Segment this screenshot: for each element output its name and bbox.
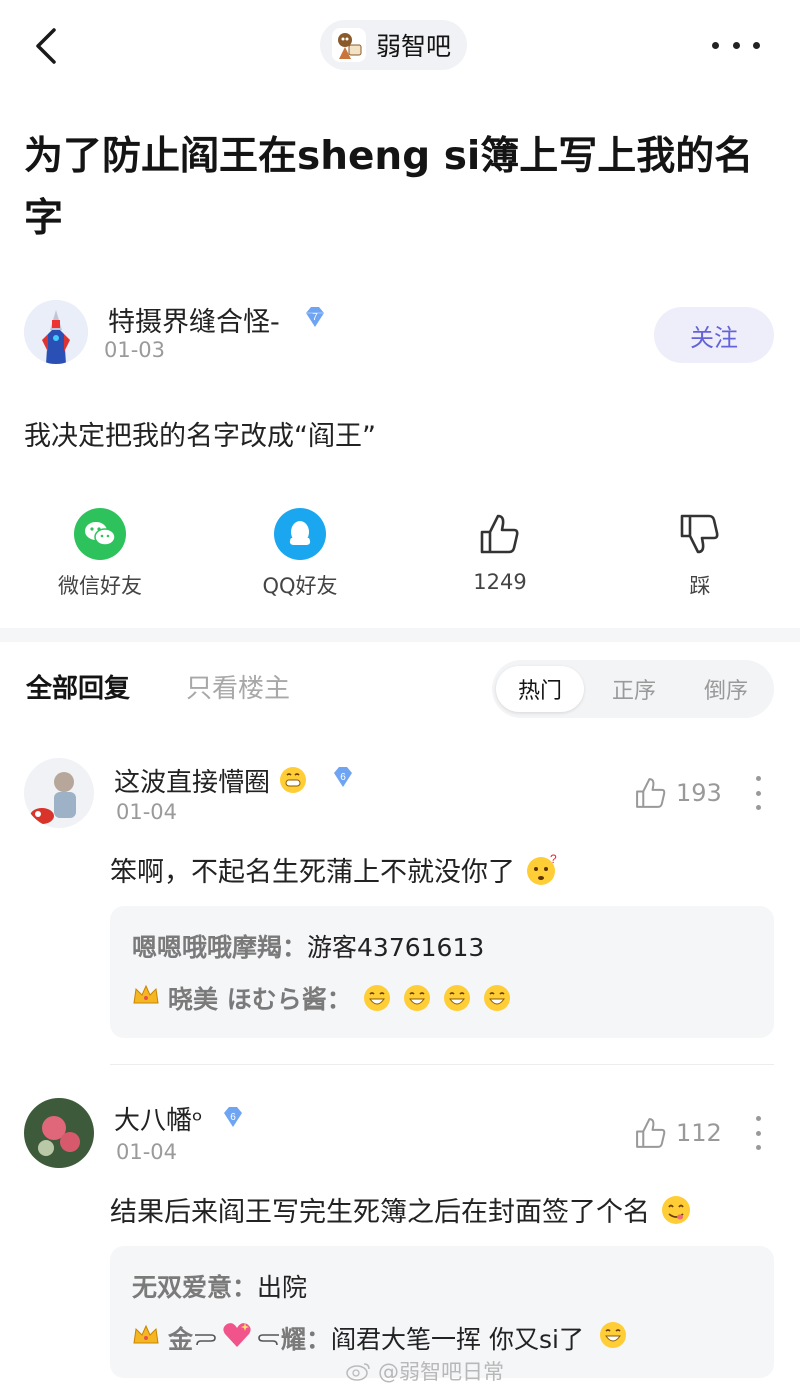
- comment-date: 01-04: [116, 1140, 178, 1164]
- svg-text:7: 7: [312, 312, 318, 323]
- thumbs-down-icon: [674, 508, 726, 560]
- forum-name: 弱智吧: [376, 32, 452, 61]
- dislike-label: 踩: [689, 574, 711, 598]
- comment-text: 笨啊，不起名生死蒲上不就没你了 ?: [110, 850, 558, 894]
- qq-icon: [274, 508, 326, 560]
- level-badge-icon: 6: [330, 764, 356, 790]
- pointing-hand-icon: [253, 1324, 281, 1353]
- tab-all-replies[interactable]: 全部回复: [26, 668, 130, 705]
- sort-desc[interactable]: 倒序: [682, 666, 770, 712]
- sort-asc[interactable]: 正序: [590, 666, 678, 712]
- reply-item: 嗯嗯哦哦摩羯： 游客43761613: [132, 933, 485, 962]
- reply-item: 无双爱意： 出院: [132, 1273, 308, 1302]
- comment-like-button[interactable]: 112: [634, 1116, 722, 1150]
- share-qq-button[interactable]: QQ好友: [230, 508, 370, 600]
- like-count: 1249: [473, 570, 527, 594]
- like-button[interactable]: 1249: [430, 508, 570, 594]
- comment-more-icon[interactable]: [752, 776, 764, 810]
- pointing-hand-icon: [193, 1324, 221, 1353]
- wechat-label: 微信好友: [58, 574, 142, 598]
- reply-item: 金 耀： 阎君大笔一挥 你又si了: [132, 1320, 628, 1356]
- sort-hot[interactable]: 热门: [496, 666, 584, 712]
- comment-more-icon[interactable]: [752, 1116, 764, 1150]
- comment-author-name[interactable]: 这波直接懵圈: [114, 762, 308, 802]
- level-badge-icon: 6: [220, 1104, 246, 1130]
- comment-avatar[interactable]: [24, 1098, 94, 1168]
- grin-emoji-icon: [278, 765, 308, 802]
- laughing-emoji-row: [362, 983, 512, 1013]
- weibo-watermark: @弱智吧日常: [346, 1356, 504, 1386]
- thinking-emoji-icon: ?: [524, 852, 558, 894]
- qq-label: QQ好友: [262, 574, 338, 598]
- author-date: 01-03: [104, 338, 166, 362]
- section-divider: [0, 628, 800, 642]
- follow-button[interactable]: 关注: [654, 307, 774, 363]
- back-chevron-icon[interactable]: [28, 26, 64, 66]
- comment-like-button[interactable]: 193: [634, 776, 722, 810]
- level-badge-icon: 7: [302, 304, 328, 330]
- comment-text: 结果后来阎王写完生死簿之后在封面签了个名: [110, 1190, 693, 1234]
- thumbs-up-icon: [636, 1118, 666, 1148]
- post-title: 为了防止阎王在sheng si簿上写上我的名字: [24, 134, 754, 241]
- tab-op-only[interactable]: 只看楼主: [186, 668, 290, 705]
- comment-author-name[interactable]: 大八幡ᵒ: [114, 1100, 203, 1137]
- yum-emoji-icon: [659, 1193, 693, 1234]
- weibo-logo-icon: [346, 1363, 370, 1381]
- svg-text:?: ?: [550, 853, 557, 866]
- author-avatar[interactable]: [24, 300, 88, 364]
- comment-divider: [110, 1064, 774, 1065]
- sparkling-heart-icon: [221, 1320, 253, 1356]
- thumbs-up-icon: [636, 778, 666, 808]
- svg-text:6: 6: [340, 772, 346, 783]
- crown-icon: [132, 983, 160, 1013]
- comment-like-count: 193: [676, 779, 722, 807]
- forum-pill[interactable]: 弱智吧: [320, 20, 468, 70]
- more-dots-icon[interactable]: [712, 30, 760, 60]
- sort-toggle: 热门 正序 倒序: [492, 660, 774, 718]
- post-body: 我决定把我的名字改成“阎王”: [24, 421, 376, 452]
- author-name[interactable]: 特摄界缝合怪-: [108, 300, 280, 339]
- thumbs-up-icon: [474, 508, 526, 560]
- reply-preview-box[interactable]: 嗯嗯哦哦摩羯： 游客43761613 晓美 ほむら酱：: [110, 906, 774, 1038]
- forum-logo-icon: [332, 28, 366, 62]
- comment-avatar[interactable]: [24, 758, 94, 828]
- svg-text:6: 6: [230, 1112, 236, 1123]
- share-wechat-button[interactable]: 微信好友: [30, 508, 170, 600]
- laughing-emoji-icon: [598, 1320, 628, 1356]
- reply-item: 晓美 ほむら酱：: [132, 980, 512, 1016]
- dislike-button[interactable]: 踩: [630, 508, 770, 600]
- crown-icon: [132, 1323, 160, 1353]
- wechat-icon: [74, 508, 126, 560]
- comment-date: 01-04: [116, 800, 178, 824]
- comment-like-count: 112: [676, 1119, 722, 1147]
